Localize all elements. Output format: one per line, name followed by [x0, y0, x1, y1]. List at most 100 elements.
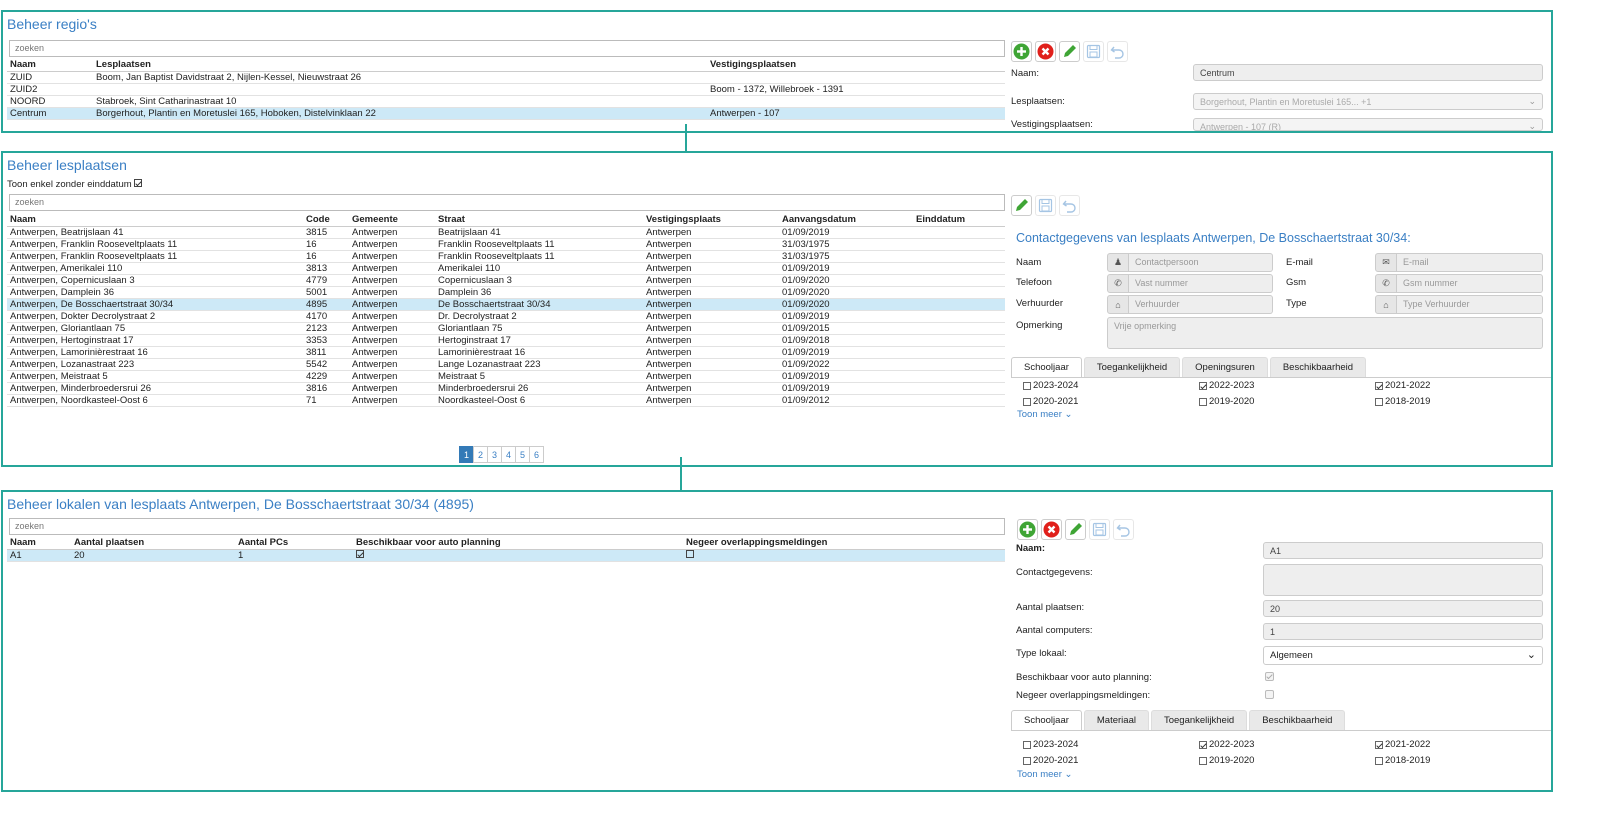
table-row[interactable]: ZUID2 Boom - 1372, Willebroek - 1391	[7, 83, 1005, 96]
delete-button[interactable]	[1035, 41, 1056, 62]
toon-meer-link[interactable]: Toon meer ⌄	[1017, 769, 1073, 780]
table-row[interactable]: Antwerpen, Minderbroedersrui 26 3816 Antwe…	[7, 382, 1005, 395]
lokaal-auto-checkbox[interactable]	[1265, 672, 1274, 681]
contact-email-field[interactable]: ✉ E-mail	[1375, 253, 1543, 272]
year-checkbox[interactable]: 2018-2019	[1375, 396, 1430, 407]
table-row[interactable]: Antwerpen, Dokter Decrolystraat 2 4170 Ant…	[7, 310, 1005, 323]
lokalen-search-input[interactable]: zoeken	[9, 518, 1005, 535]
table-row[interactable]: Antwerpen, Lamorinièrestraat 16 3811 Antwe…	[7, 346, 1005, 359]
tab-materiaal[interactable]: Materiaal	[1083, 710, 1149, 730]
checkbox-box[interactable]	[1375, 756, 1383, 765]
year-checkbox[interactable]: 2020-2021	[1023, 396, 1078, 407]
edit-button[interactable]	[1011, 195, 1032, 216]
tab-openingsuren[interactable]: Openingsuren	[1182, 357, 1268, 377]
regios-search-input[interactable]: zoeken	[9, 40, 1005, 57]
table-row[interactable]: ZUID Boom, Jan Baptist Davidstraat 2, Nij…	[7, 71, 1005, 84]
column-header[interactable]: Aantal PCs	[235, 536, 353, 550]
lokaal-negeer-checkbox[interactable]	[1265, 690, 1274, 699]
table-row[interactable]: Antwerpen, De Bosschaertstraat 30/34 4895…	[7, 298, 1005, 311]
checkbox-box[interactable]	[1375, 740, 1383, 749]
regio-vestigingsplaatsen-select[interactable]: Antwerpen - 107 (R) ⌄	[1193, 118, 1543, 131]
page-button[interactable]: 2	[473, 446, 488, 463]
add-button[interactable]	[1011, 41, 1032, 62]
table-row[interactable]: Antwerpen, Copernicuslaan 3 4779 Antwerpen…	[7, 274, 1005, 287]
lokaal-naam-field[interactable]: A1	[1263, 542, 1543, 559]
column-header[interactable]: Vestigingsplaatsen	[707, 58, 1005, 72]
tab-beschikbaarheid[interactable]: Beschikbaarheid	[1269, 357, 1367, 377]
contact-naam-field[interactable]: ♟ Contactpersoon	[1107, 253, 1273, 272]
checkbox-box[interactable]	[1375, 397, 1383, 406]
table-row[interactable]: Centrum Borgerhout, Plantin en Moretuslei…	[7, 107, 1005, 120]
page-button[interactable]: 3	[487, 446, 502, 463]
year-checkbox[interactable]: 2018-2019	[1375, 755, 1430, 766]
year-checkbox[interactable]: 2022-2023	[1199, 380, 1254, 391]
column-header[interactable]: Aanvangsdatum	[779, 213, 913, 227]
undo-button[interactable]	[1059, 195, 1080, 216]
add-button[interactable]	[1017, 519, 1038, 540]
contact-type-field[interactable]: ⌂ Type Verhuurder	[1375, 295, 1543, 314]
page-button[interactable]: 6	[529, 446, 544, 463]
undo-button[interactable]	[1113, 519, 1134, 540]
column-header[interactable]: Naam	[7, 58, 93, 72]
table-row[interactable]: A1 20 1	[7, 549, 1005, 562]
column-header[interactable]: Naam	[7, 536, 71, 550]
year-checkbox[interactable]: 2023-2024	[1023, 380, 1078, 391]
year-checkbox[interactable]: 2020-2021	[1023, 755, 1078, 766]
table-row[interactable]: Antwerpen, Hertoginstraat 17 3353 Antwerpe…	[7, 334, 1005, 347]
tab-schooljaar[interactable]: Schooljaar	[1011, 357, 1082, 377]
checkbox-box[interactable]	[1023, 397, 1031, 406]
table-row[interactable]: Antwerpen, Gloriantlaan 75 2123 Antwerpen G…	[7, 322, 1005, 335]
year-checkbox[interactable]: 2022-2023	[1199, 739, 1254, 750]
undo-button[interactable]	[1107, 41, 1128, 62]
column-header[interactable]: Naam	[7, 213, 303, 227]
save-button[interactable]	[1083, 41, 1104, 62]
tab-beschikbaarheid[interactable]: Beschikbaarheid	[1249, 710, 1346, 730]
table-row[interactable]: Antwerpen, Franklin Rooseveltplaats 11 16…	[7, 238, 1005, 251]
regio-naam-field[interactable]: Centrum	[1193, 64, 1543, 81]
column-header[interactable]: Negeer overlappingsmeldingen	[683, 536, 1005, 550]
column-header[interactable]: Gemeente	[349, 213, 435, 227]
delete-button[interactable]	[1041, 519, 1062, 540]
checkbox-box[interactable]	[1199, 381, 1207, 390]
edit-button[interactable]	[1065, 519, 1086, 540]
year-checkbox[interactable]: 2019-2020	[1199, 755, 1254, 766]
page-button[interactable]: 1	[459, 446, 474, 463]
filter-zonder-einddatum[interactable]: Toon enkel zonder einddatum	[7, 179, 143, 190]
table-row[interactable]: Antwerpen, Noordkasteel-Oost 6 71 Antwerpe…	[7, 394, 1005, 407]
checkbox-box[interactable]	[1023, 740, 1031, 749]
negeer-checkbox[interactable]	[686, 549, 694, 558]
table-row[interactable]: NOORD Stabroek, Sint Catharinastraat 10	[7, 95, 1005, 108]
year-checkbox[interactable]: 2023-2024	[1023, 739, 1078, 750]
lokaal-plaatsen-field[interactable]: 20	[1263, 600, 1543, 617]
column-header[interactable]: Lesplaatsen	[93, 58, 707, 72]
lokaal-contact-field[interactable]	[1263, 564, 1543, 596]
table-row[interactable]: Antwerpen, Meistraat 5 4229 Antwerpen Meist…	[7, 370, 1005, 383]
year-checkbox[interactable]: 2021-2022	[1375, 739, 1430, 750]
table-row[interactable]: Antwerpen, Beatrijslaan 41 3815 Antwerpen B…	[7, 226, 1005, 239]
tab-toegankelijkheid[interactable]: Toegankelijkheid	[1150, 710, 1248, 730]
column-header[interactable]: Beschikbaar voor auto planning	[353, 536, 683, 550]
page-button[interactable]: 5	[515, 446, 530, 463]
column-header[interactable]: Straat	[435, 213, 643, 227]
filter-checkbox[interactable]	[134, 179, 143, 187]
checkbox-box[interactable]	[1375, 381, 1383, 390]
tab-toegankelijkheid[interactable]: Toegankelijkheid	[1083, 357, 1181, 377]
table-row[interactable]: Antwerpen, Damplein 36 5001 Antwerpen Dampl…	[7, 286, 1005, 299]
table-row[interactable]: Antwerpen, Lozanastraat 223 5542 Antwerpen…	[7, 358, 1005, 371]
lokaal-computers-field[interactable]: 1	[1263, 623, 1543, 640]
save-button[interactable]	[1035, 195, 1056, 216]
edit-button[interactable]	[1059, 41, 1080, 62]
contact-verhuurder-field[interactable]: ⌂ Verhuurder	[1107, 295, 1273, 314]
lokaal-type-select[interactable]: Algemeen ⌄	[1263, 646, 1543, 665]
table-row[interactable]: Antwerpen, Franklin Rooseveltplaats 11 16…	[7, 250, 1005, 263]
contact-opmerking-field[interactable]: Vrije opmerking	[1107, 317, 1543, 349]
column-header[interactable]: Code	[303, 213, 349, 227]
checkbox-box[interactable]	[1199, 756, 1207, 765]
column-header[interactable]: Aantal plaatsen	[71, 536, 235, 550]
checkbox-box[interactable]	[1199, 397, 1207, 406]
checkbox-box[interactable]	[1023, 756, 1031, 765]
contact-telefoon-field[interactable]: ✆ Vast nummer	[1107, 274, 1273, 293]
checkbox-box[interactable]	[1023, 381, 1031, 390]
checkbox-box[interactable]	[1199, 740, 1207, 749]
toon-meer-link[interactable]: Toon meer ⌄	[1017, 409, 1073, 420]
